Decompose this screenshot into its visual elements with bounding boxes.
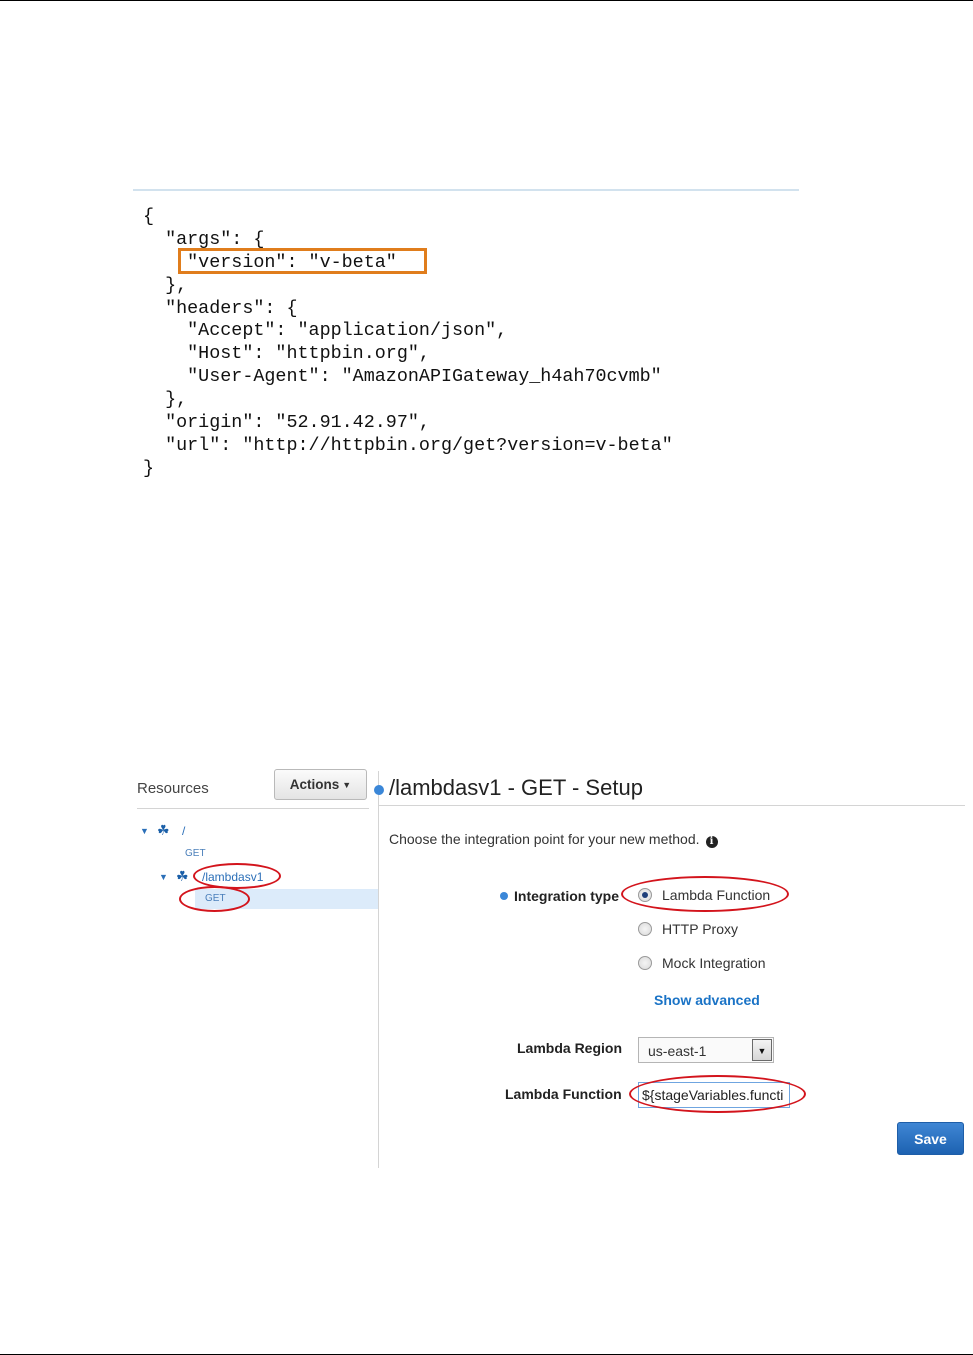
title-dot-icon bbox=[374, 785, 384, 795]
actions-button[interactable]: Actions ▼ bbox=[274, 769, 367, 800]
integration-type-label: Integration type bbox=[514, 888, 620, 904]
annotation-ellipse-lambda-function bbox=[621, 876, 789, 912]
radio-unchecked-icon[interactable] bbox=[638, 956, 652, 970]
radio-mock-integration[interactable]: Mock Integration bbox=[638, 955, 766, 971]
json-line: "origin": "52.91.42.97", bbox=[143, 412, 430, 434]
json-line: "url": "http://httpbin.org/get?version=v… bbox=[143, 434, 673, 456]
annotation-ellipse-function-input bbox=[629, 1075, 806, 1113]
page-top-rule bbox=[0, 0, 973, 1]
caret-down-icon: ▼ bbox=[342, 779, 352, 790]
lambda-region-value: us-east-1 bbox=[648, 1043, 707, 1059]
json-line: "Accept": "application/json", bbox=[143, 320, 508, 342]
lambda-region-select[interactable]: us-east-1 ▼ bbox=[638, 1037, 774, 1063]
intro-text: Choose the integration point for your ne… bbox=[389, 831, 718, 848]
json-line: }, bbox=[143, 274, 188, 296]
lambda-function-label: Lambda Function bbox=[505, 1086, 622, 1102]
lambda-region-label: Lambda Region bbox=[517, 1040, 623, 1056]
radio-label: Mock Integration bbox=[662, 955, 766, 971]
json-line: }, bbox=[143, 389, 188, 411]
json-line: } bbox=[143, 457, 155, 479]
intro-label: Choose the integration point for your ne… bbox=[389, 831, 700, 847]
annotation-ellipse-get bbox=[179, 886, 250, 912]
json-line: "Host": "httpbin.org", bbox=[143, 343, 430, 365]
resource-icon: ☘ bbox=[176, 868, 189, 884]
page-title: /lambdasv1 - GET - Setup bbox=[389, 775, 643, 800]
json-line: "headers": { bbox=[143, 297, 298, 319]
header-divider bbox=[379, 805, 965, 806]
json-line: "User-Agent": "AmazonAPIGateway_h4ah70cv… bbox=[143, 366, 662, 388]
json-line: { bbox=[143, 206, 155, 227]
tree-expand-icon[interactable]: ▼ bbox=[140, 826, 149, 836]
radio-label: HTTP Proxy bbox=[662, 921, 738, 937]
tree-expand-icon[interactable]: ▼ bbox=[159, 872, 168, 882]
required-dot-icon bbox=[500, 892, 508, 900]
radio-http-proxy[interactable]: HTTP Proxy bbox=[638, 921, 738, 937]
json-panel-rule bbox=[133, 189, 799, 191]
show-advanced-link[interactable]: Show advanced bbox=[654, 992, 760, 1008]
dropdown-arrow-icon[interactable]: ▼ bbox=[752, 1039, 772, 1061]
actions-label: Actions bbox=[289, 777, 340, 792]
info-icon[interactable]: i bbox=[705, 836, 718, 848]
resources-title: Resources bbox=[137, 780, 209, 797]
resources-divider bbox=[137, 808, 369, 809]
resource-icon: ☘ bbox=[157, 822, 170, 838]
tree-item-root[interactable]: / bbox=[182, 824, 185, 838]
save-button[interactable]: Save bbox=[897, 1122, 964, 1155]
annotation-ellipse-lambdasv1 bbox=[193, 863, 281, 889]
tree-item-root-get[interactable]: GET bbox=[185, 848, 206, 859]
radio-unchecked-icon[interactable] bbox=[638, 922, 652, 936]
version-highlight-box bbox=[178, 248, 427, 274]
panel-divider bbox=[378, 771, 379, 1168]
